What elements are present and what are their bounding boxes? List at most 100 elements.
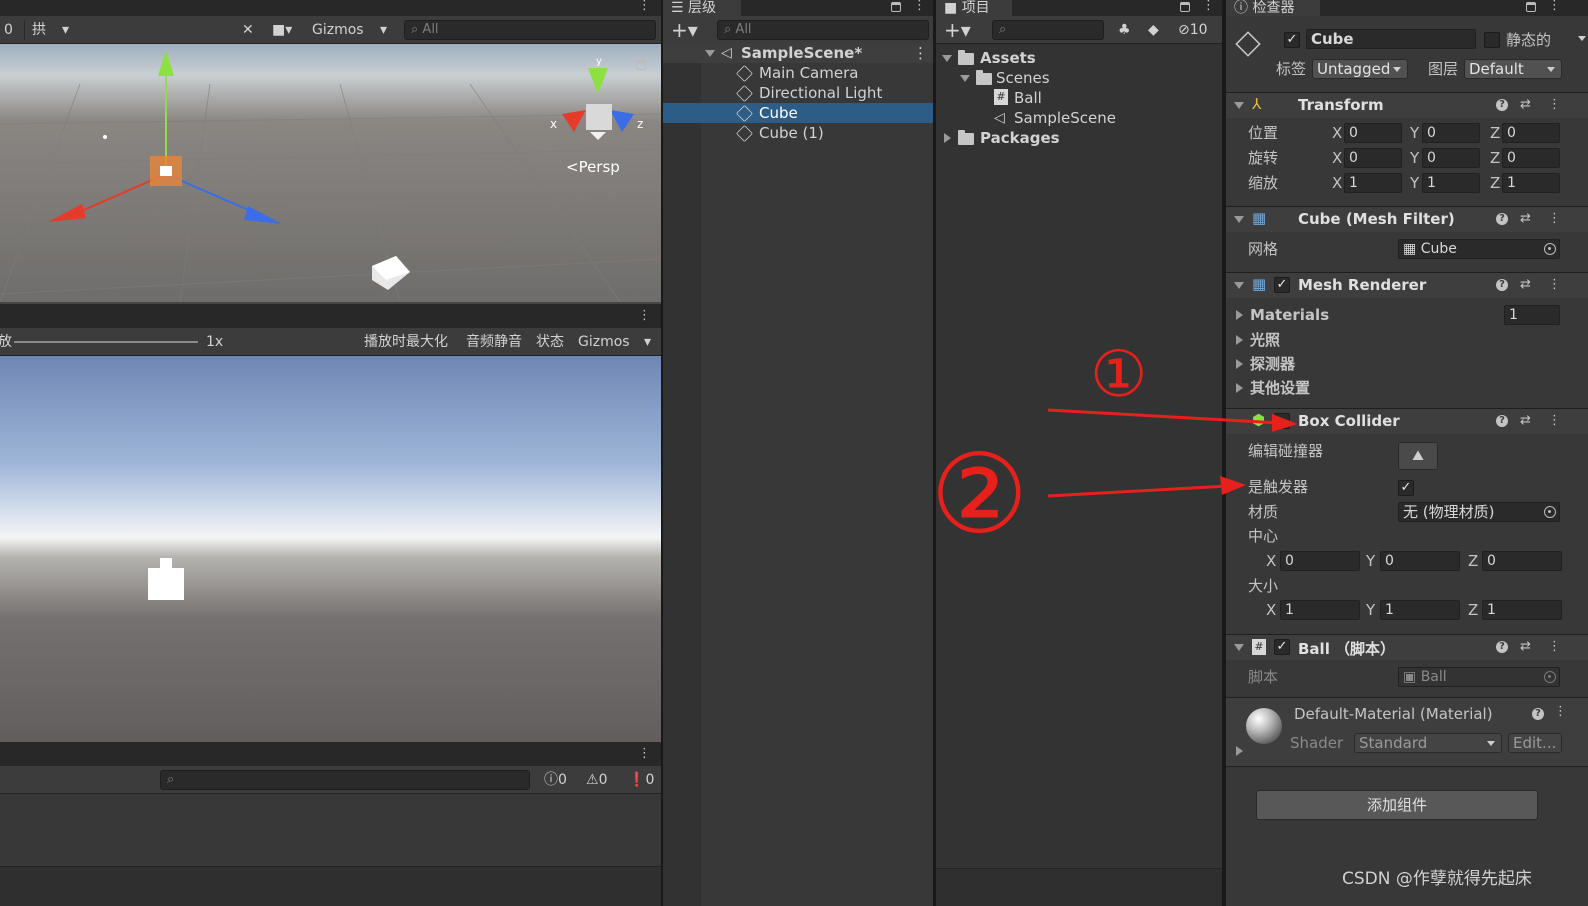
scene-lock-icon[interactable] [636,60,646,70]
inspector-tab[interactable]: ⓘ 检查器 [1226,0,1320,16]
size-z-field[interactable]: 1 [1482,600,1562,620]
hierarchy-add-button[interactable]: +▾ [667,19,702,41]
materials-count-field[interactable]: 1 [1504,305,1560,325]
persp-label[interactable]: <Persp [566,158,620,176]
project-assets-folder[interactable]: Assets [936,48,1222,68]
position-z-field[interactable]: 0 [1502,123,1560,143]
game-viewport[interactable] [0,356,661,742]
project-tab[interactable]: ■ 项目 [936,0,1012,16]
project-packages-folder[interactable]: Packages [936,128,1222,148]
scene-search-input[interactable]: ⌕ All [404,20,656,40]
rotation-z-field[interactable]: 0 [1502,148,1560,168]
presets-icon[interactable]: ⇄ [1520,413,1531,428]
tag-dropdown[interactable]: Untagged [1312,59,1408,79]
grid-dropdown-icon[interactable]: ▾ [58,19,73,41]
box-collider-enabled-checkbox[interactable] [1274,413,1290,429]
position-y-field[interactable]: 0 [1422,123,1480,143]
object-active-checkbox[interactable]: ✓ [1284,32,1300,48]
help-icon[interactable]: ? [1532,708,1544,720]
project-add-button[interactable]: +▾ [940,19,975,41]
component-menu-icon[interactable]: ⋮ [1548,211,1561,226]
console-error-count[interactable]: ❗0 [624,769,658,791]
presets-icon[interactable]: ⇄ [1520,211,1531,226]
console-search-input[interactable]: ⌕ [160,770,530,790]
scene-kebab-icon-2[interactable]: ⋮ [913,43,928,63]
maximize-on-play-button[interactable]: 播放时最大化 [360,331,452,353]
rotation-y-field[interactable]: 0 [1422,148,1480,168]
mesh-field[interactable]: ▦ Cube [1398,239,1560,259]
project-samplescene-asset[interactable]: ◁ SampleScene [936,108,1222,128]
hidden-packages-button[interactable]: ⊘10 [1174,19,1212,41]
project-ball-script[interactable]: # Ball [936,88,1222,108]
hierarchy-scene-row[interactable]: ◁ SampleScene* ⋮ [663,43,933,63]
hierarchy-item-cube[interactable]: Cube [663,103,933,123]
mesh-renderer-header[interactable]: ▦ ✓ Mesh Renderer ? ⇄ ⋮ [1226,272,1588,298]
tools-icon[interactable]: ✕ [238,19,258,41]
help-icon[interactable]: ? [1496,415,1508,427]
hierarchy-lock-icon[interactable] [891,2,901,12]
size-x-field[interactable]: 1 [1280,600,1360,620]
mute-audio-button[interactable]: 音频静音 [462,331,526,353]
static-dropdown-icon[interactable] [1578,36,1586,41]
project-search-input[interactable]: ⌕ [992,20,1104,40]
probes-foldout[interactable]: 探测器 [1236,354,1295,374]
other-settings-foldout[interactable]: 其他设置 [1236,378,1310,398]
console-info-count[interactable]: ⓘ0 [540,769,571,791]
scene-layers-count[interactable]: 0 [0,19,17,41]
object-name-field[interactable]: Cube [1306,29,1476,49]
game-gizmos-button[interactable]: Gizmos [574,331,634,353]
stats-button[interactable]: 状态 [532,331,568,353]
component-menu-icon[interactable]: ⋮ [1548,277,1561,292]
help-icon[interactable]: ? [1496,279,1508,291]
help-icon[interactable]: ? [1496,641,1508,653]
game-gizmos-dropdown-icon[interactable]: ▾ [640,331,655,353]
component-menu-icon[interactable]: ⋮ [1548,413,1561,428]
center-x-field[interactable]: 0 [1280,551,1360,571]
hierarchy-kebab-icon[interactable]: ⋮ [913,0,926,16]
layer-dropdown[interactable]: Default [1464,59,1562,79]
hierarchy-item-cube-1[interactable]: Cube (1) [701,123,933,143]
inspector-kebab-icon[interactable]: ⋮ [1548,0,1561,16]
shader-edit-button[interactable]: Edit... [1508,733,1562,753]
presets-icon[interactable]: ⇄ [1520,639,1531,654]
scene-grid-button[interactable]: 拱 [28,19,50,41]
project-kebab-icon[interactable]: ⋮ [1202,0,1215,16]
gizmos-dropdown-icon[interactable]: ▾ [376,19,391,41]
scale-x-field[interactable]: 1 [1344,173,1402,193]
hierarchy-search-input[interactable]: ⌕ All [717,20,929,40]
camera-icon[interactable]: ■▾ [268,19,296,41]
center-y-field[interactable]: 0 [1380,551,1460,571]
edit-collider-button[interactable]: ⛰ [1398,442,1438,470]
component-menu-icon[interactable]: ⋮ [1548,97,1561,112]
project-scenes-folder[interactable]: Scenes [936,68,1222,88]
add-component-button[interactable]: 添加组件 [1256,790,1538,820]
collider-material-field[interactable]: 无 (物理材质) [1398,502,1560,522]
hierarchy-tab[interactable]: ☰ 层级 [663,0,741,16]
component-menu-icon[interactable]: ⋮ [1554,704,1567,719]
rotation-x-field[interactable]: 0 [1344,148,1402,168]
console-warn-count[interactable]: ⚠0 [582,769,611,791]
materials-foldout[interactable]: Materials [1236,305,1329,325]
scene-kebab-icon[interactable]: ⋮ [638,0,651,16]
filter-type-icon[interactable]: ♣ [1114,19,1135,41]
mesh-renderer-enabled-checkbox[interactable]: ✓ [1274,277,1290,293]
is-trigger-checkbox[interactable]: ✓ [1398,480,1414,496]
scene-viewport[interactable]: x z y <Persp [0,44,661,302]
console-kebab-icon[interactable]: ⋮ [638,747,651,764]
help-icon[interactable]: ? [1496,99,1508,111]
shader-dropdown[interactable]: Standard [1354,733,1502,753]
scale-y-field[interactable]: 1 [1422,173,1480,193]
inspector-lock-icon[interactable] [1526,2,1536,12]
scene-gizmos-button[interactable]: Gizmos [308,19,368,41]
ball-script-enabled-checkbox[interactable]: ✓ [1274,639,1290,655]
help-icon[interactable]: ? [1496,213,1508,225]
mesh-filter-header[interactable]: ▦ Cube (Mesh Filter) ? ⇄ ⋮ [1226,206,1588,232]
transform-header[interactable]: ⅄ Transform ? ⇄ ⋮ [1226,92,1588,118]
ball-script-header[interactable]: # ✓ Ball （脚本） ? ⇄ ⋮ [1226,634,1588,660]
position-x-field[interactable]: 0 [1344,123,1402,143]
project-lock-icon[interactable] [1180,2,1190,12]
hierarchy-item-main-camera[interactable]: Main Camera [701,63,933,83]
scale-z-field[interactable]: 1 [1502,173,1560,193]
lighting-foldout[interactable]: 光照 [1236,330,1280,350]
presets-icon[interactable]: ⇄ [1520,97,1531,112]
